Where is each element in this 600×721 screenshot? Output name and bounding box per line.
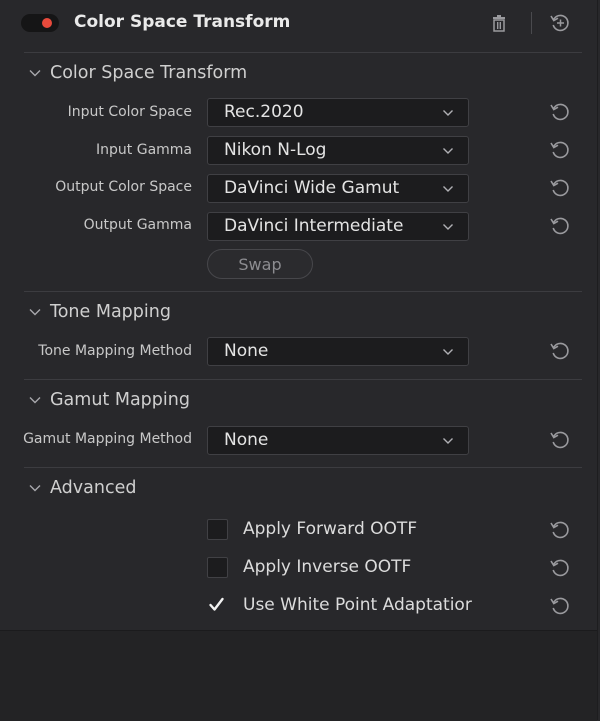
- enable-indicator-dot: [42, 18, 52, 28]
- input-color-space-dropdown[interactable]: Rec.2020: [207, 98, 469, 127]
- section-title: Tone Mapping: [50, 302, 171, 322]
- divider: [24, 467, 582, 468]
- output-gamma-dropdown[interactable]: DaVinci Intermediate: [207, 212, 469, 241]
- apply-inverse-ootf-label[interactable]: Apply Inverse OOTF: [243, 557, 411, 577]
- chevron-down-icon: [443, 148, 453, 154]
- reset-icon[interactable]: [548, 214, 572, 238]
- empty-panel-area: [0, 630, 597, 721]
- trash-icon[interactable]: [490, 14, 508, 32]
- chevron-down-icon: [29, 485, 41, 492]
- chevron-down-icon: [29, 70, 41, 77]
- section-header-color-space-transform[interactable]: Color Space Transform: [28, 61, 247, 85]
- apply-forward-ootf-checkbox[interactable]: [207, 519, 228, 540]
- header-separator: [531, 12, 532, 34]
- enable-toggle[interactable]: [21, 14, 59, 32]
- panel-title: Color Space Transform: [74, 12, 291, 32]
- chevron-down-icon: [443, 224, 453, 230]
- reset-icon[interactable]: [548, 339, 572, 363]
- tone-mapping-method-dropdown[interactable]: None: [207, 337, 469, 366]
- use-white-point-adaptation-label[interactable]: Use White Point Adaptatior: [243, 595, 472, 615]
- divider: [24, 379, 582, 380]
- panel-header: Color Space Transform: [0, 0, 597, 46]
- reset-all-icon[interactable]: [548, 11, 572, 35]
- section-title: Gamut Mapping: [50, 390, 190, 410]
- output-gamma-label: Output Gamma: [83, 217, 192, 233]
- reset-icon[interactable]: [548, 176, 572, 200]
- dropdown-value: DaVinci Intermediate: [224, 216, 404, 236]
- section-title: Advanced: [50, 478, 137, 498]
- dropdown-value: Nikon N-Log: [224, 140, 327, 160]
- input-color-space-label: Input Color Space: [67, 104, 192, 120]
- section-header-tone-mapping[interactable]: Tone Mapping: [28, 300, 171, 324]
- swap-label: Swap: [238, 255, 282, 274]
- apply-inverse-ootf-checkbox[interactable]: [207, 557, 228, 578]
- chevron-down-icon: [443, 438, 453, 444]
- gamut-mapping-method-dropdown[interactable]: None: [207, 426, 469, 455]
- use-white-point-adaptation-checkbox[interactable]: [207, 595, 228, 616]
- chevron-down-icon: [29, 309, 41, 316]
- reset-icon[interactable]: [548, 138, 572, 162]
- tone-mapping-method-label: Tone Mapping Method: [38, 343, 192, 359]
- reset-icon[interactable]: [548, 428, 572, 452]
- chevron-down-icon: [443, 349, 453, 355]
- color-space-transform-panel: Color Space Transform Color Space Transf…: [0, 0, 598, 721]
- input-gamma-label: Input Gamma: [96, 142, 192, 158]
- reset-icon[interactable]: [548, 100, 572, 124]
- dropdown-value: None: [224, 430, 269, 450]
- dropdown-value: None: [224, 341, 269, 361]
- swap-button[interactable]: Swap: [207, 249, 313, 279]
- reset-icon[interactable]: [548, 556, 572, 580]
- apply-forward-ootf-label[interactable]: Apply Forward OOTF: [243, 519, 417, 539]
- input-gamma-dropdown[interactable]: Nikon N-Log: [207, 136, 469, 165]
- section-title: Color Space Transform: [50, 63, 248, 83]
- dropdown-value: Rec.2020: [224, 102, 304, 122]
- chevron-down-icon: [443, 186, 453, 192]
- output-color-space-label: Output Color Space: [55, 179, 192, 195]
- divider: [24, 291, 582, 292]
- checkmark-icon: [209, 597, 224, 611]
- reset-icon[interactable]: [548, 594, 572, 618]
- chevron-down-icon: [29, 397, 41, 404]
- section-header-gamut-mapping[interactable]: Gamut Mapping: [28, 388, 190, 412]
- dropdown-value: DaVinci Wide Gamut: [224, 178, 400, 198]
- output-color-space-dropdown[interactable]: DaVinci Wide Gamut: [207, 174, 469, 203]
- gamut-mapping-method-label: Gamut Mapping Method: [23, 431, 192, 447]
- section-header-advanced[interactable]: Advanced: [28, 476, 136, 500]
- divider: [24, 52, 582, 53]
- chevron-down-icon: [443, 110, 453, 116]
- reset-icon[interactable]: [548, 518, 572, 542]
